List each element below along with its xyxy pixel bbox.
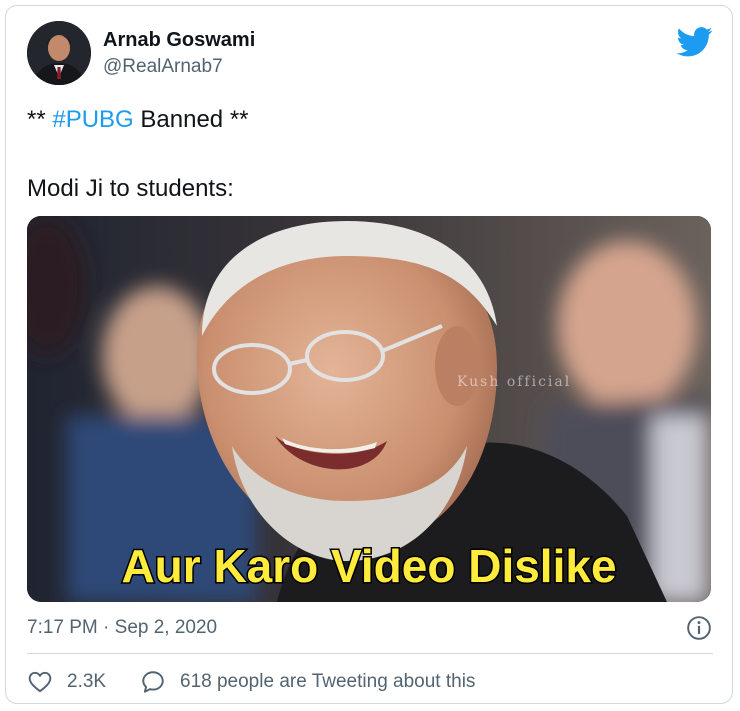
author-handle[interactable]: @RealArnab7 xyxy=(103,56,223,78)
avatar[interactable] xyxy=(27,21,91,85)
tweet-text-suffix: Banned ** xyxy=(133,106,249,133)
like-count: 2.3K xyxy=(67,671,107,692)
tweet-text-line-2: Modi Ji to students: xyxy=(27,175,234,202)
twitter-bird-icon[interactable] xyxy=(677,27,713,57)
meme-caption: Aur Karo Video Dislike xyxy=(121,540,616,592)
tweet-card: Arnab Goswami @RealArnab7 ** #PUBG Banne… xyxy=(5,5,733,704)
tweet-image[interactable]: Kush official Aur Karo Video Dislike xyxy=(27,216,711,602)
tweet-text-prefix: ** xyxy=(27,106,53,133)
watermark-text: Kush official xyxy=(457,374,571,390)
tweet-timestamp[interactable]: 7:17 PM · Sep 2, 2020 xyxy=(27,617,217,639)
conversation-link[interactable]: 618 people are Tweeting about this xyxy=(140,668,475,696)
divider xyxy=(27,653,713,654)
heart-icon xyxy=(28,671,52,693)
meme-photo: Kush official Aur Karo Video Dislike xyxy=(27,216,711,602)
tweet-text-line-1: ** #PUBG Banned ** xyxy=(27,106,249,134)
like-button[interactable]: 2.3K xyxy=(27,668,106,696)
info-icon[interactable] xyxy=(686,615,712,641)
hashtag-link[interactable]: #PUBG xyxy=(52,106,133,133)
conversation-text: 618 people are Tweeting about this xyxy=(180,671,476,692)
speech-bubble-icon xyxy=(142,671,164,693)
avatar-photo xyxy=(27,21,91,85)
author-name[interactable]: Arnab Goswami xyxy=(103,29,255,52)
